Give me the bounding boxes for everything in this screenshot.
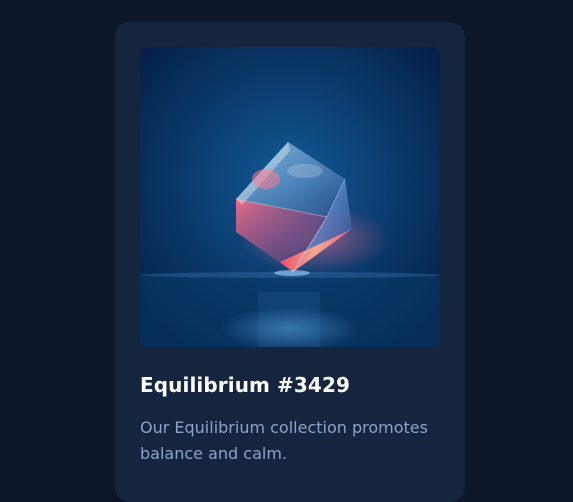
nft-preview-card: Equilibrium #3429 Our Equilibrium collec…	[115, 22, 465, 502]
card-title[interactable]: Equilibrium #3429	[140, 373, 350, 397]
card-description: Our Equilibrium collection promotes bala…	[140, 418, 428, 463]
equilibrium-image[interactable]	[140, 47, 440, 347]
glass-cube-illustration	[140, 47, 440, 347]
